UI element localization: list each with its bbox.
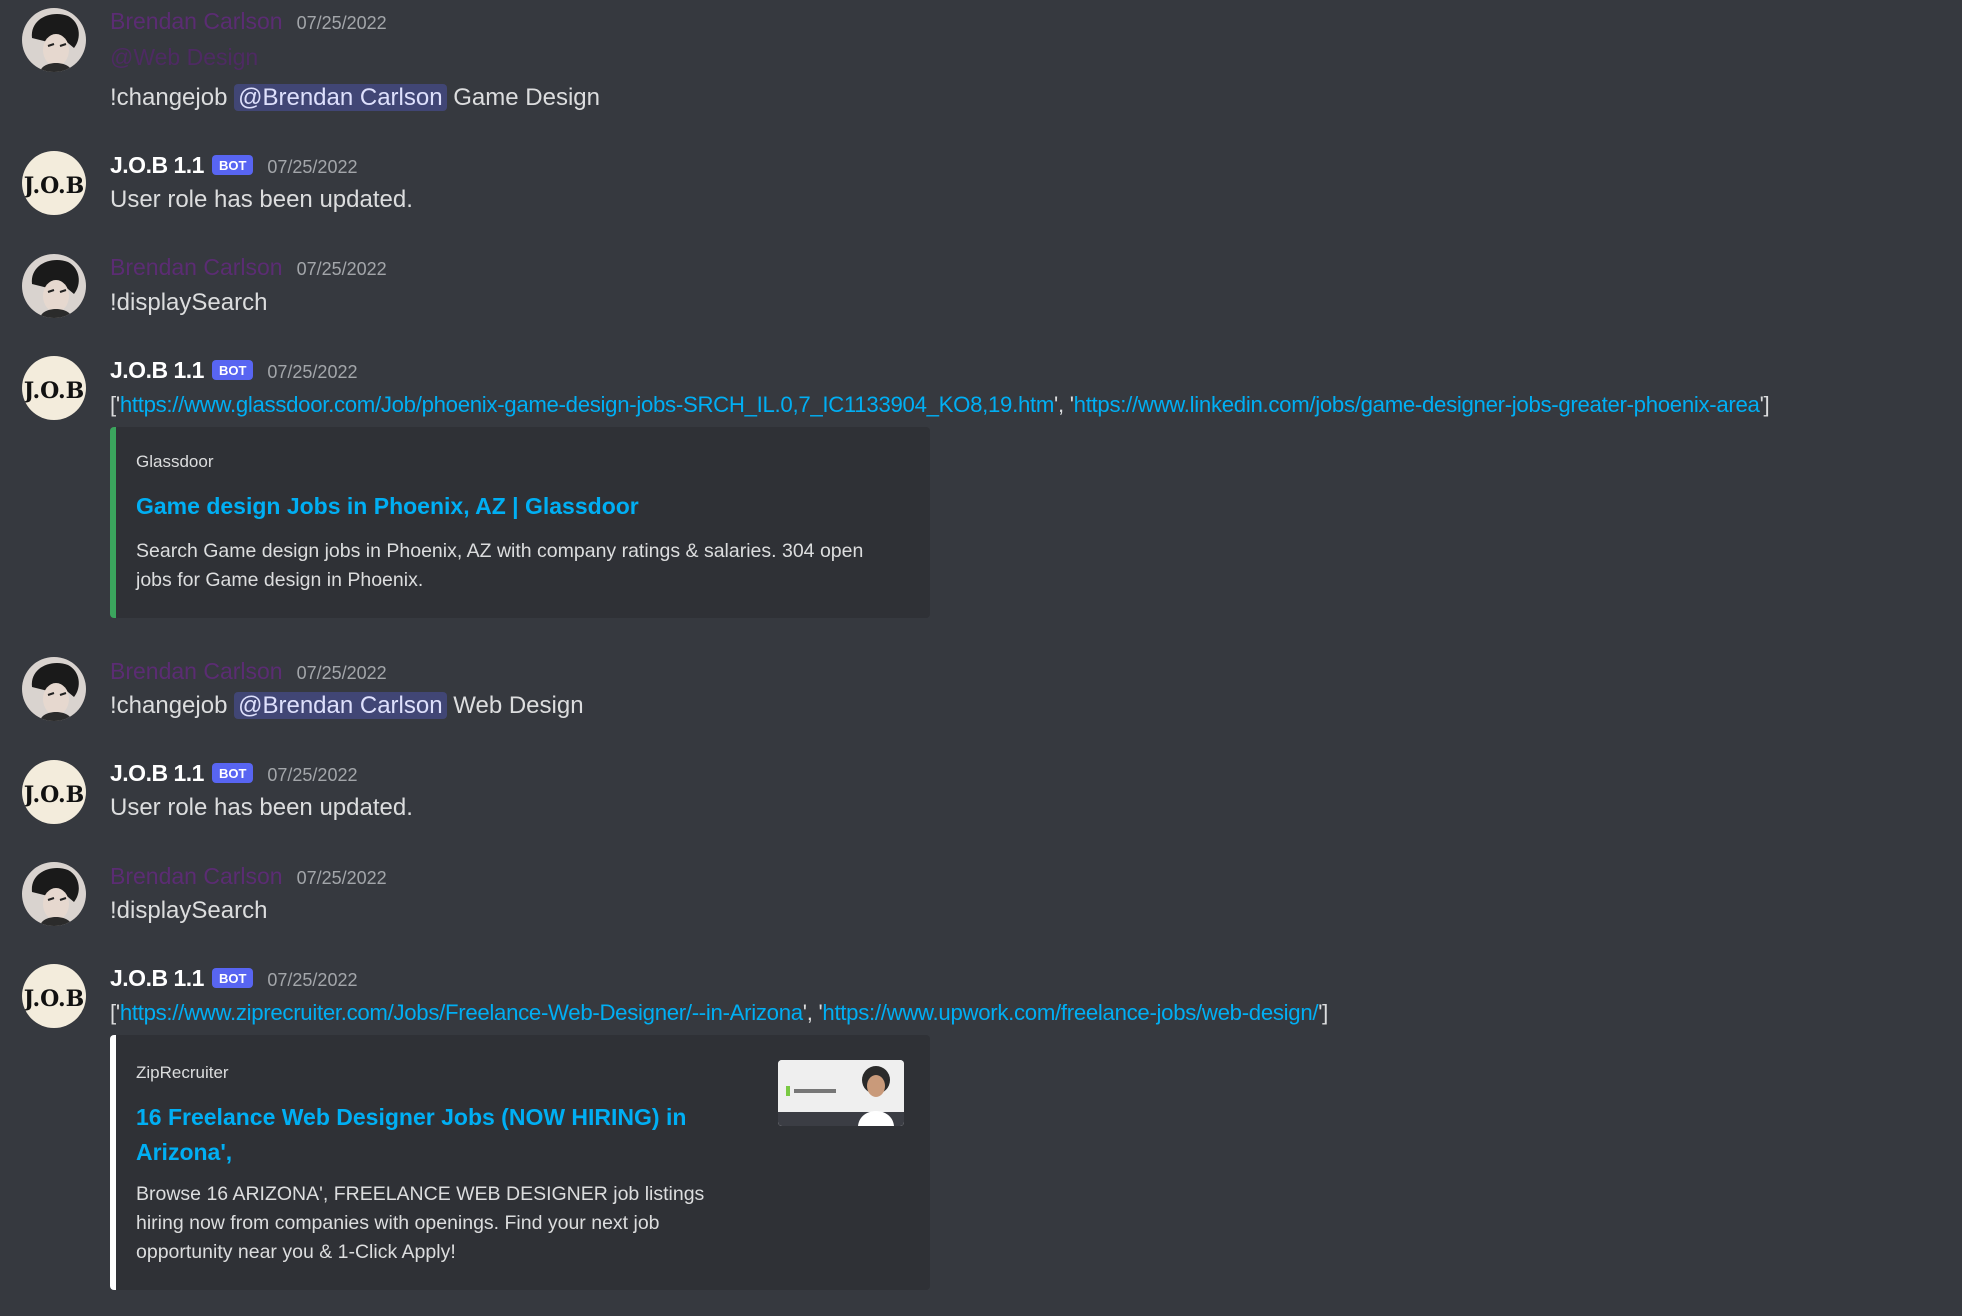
- message-content: !changejob @Brendan Carlson Game Design: [110, 84, 600, 112]
- user-avatar[interactable]: [22, 254, 86, 318]
- upwork-link[interactable]: https://www.upwork.com/freelance-jobs/we…: [822, 1000, 1318, 1025]
- svg-text:J.O.B: J.O.B: [22, 986, 84, 1012]
- embed-title[interactable]: 16 Freelance Web Designer Jobs (NOW HIRI…: [136, 1100, 686, 1170]
- timestamp: 07/25/2022: [267, 970, 358, 990]
- author-name[interactable]: Brendan Carlson: [110, 863, 283, 890]
- timestamp: 07/25/2022: [296, 259, 387, 279]
- link-embed-glassdoor: Glassdoor Game design Jobs in Phoenix, A…: [110, 427, 930, 618]
- ziprecruiter-link[interactable]: https://www.ziprecruiter.com/Jobs/Freela…: [120, 1000, 803, 1025]
- author-name[interactable]: J.O.B 1.1: [110, 965, 204, 992]
- bot-avatar[interactable]: J.O.B: [22, 964, 86, 1028]
- embed-provider[interactable]: Glassdoor: [136, 452, 213, 472]
- author-name[interactable]: Brendan Carlson: [110, 658, 283, 685]
- timestamp: 07/25/2022: [296, 663, 387, 683]
- ziprecruiter-thumbnail-icon[interactable]: [778, 1060, 904, 1126]
- author-name[interactable]: Brendan Carlson: [110, 8, 283, 35]
- author-name[interactable]: J.O.B 1.1: [110, 357, 204, 384]
- user-avatar[interactable]: [22, 862, 86, 926]
- command-text: !changejob: [110, 84, 235, 111]
- embed-provider[interactable]: ZipRecruiter: [136, 1063, 229, 1083]
- svg-text:J.O.B: J.O.B: [22, 782, 84, 808]
- user-mention[interactable]: @Brendan Carlson: [234, 84, 447, 111]
- glassdoor-link[interactable]: https://www.glassdoor.com/Job/phoenix-ga…: [120, 392, 1055, 417]
- message-content: User role has been updated.: [110, 794, 413, 821]
- timestamp: 07/25/2022: [296, 13, 387, 33]
- bot-badge: BOT: [211, 968, 254, 988]
- linkedin-link[interactable]: https://www.linkedin.com/jobs/game-desig…: [1074, 392, 1760, 417]
- link-embed-ziprecruiter: ZipRecruiter 16 Freelance Web Designer J…: [110, 1035, 930, 1290]
- author-name[interactable]: J.O.B 1.1: [110, 152, 204, 179]
- user-mention[interactable]: @Brendan Carlson: [234, 692, 447, 719]
- role-mention[interactable]: @Web Design: [110, 44, 258, 71]
- author-name[interactable]: Brendan Carlson: [110, 254, 283, 281]
- bot-badge: BOT: [211, 155, 254, 175]
- embed-description: Browse 16 ARIZONA', FREELANCE WEB DESIGN…: [136, 1183, 705, 1263]
- command-arg: Web Design: [446, 692, 584, 719]
- bot-avatar[interactable]: J.O.B: [22, 151, 86, 215]
- message-content: !displaySearch: [110, 289, 268, 316]
- bot-badge: BOT: [211, 360, 254, 380]
- user-avatar[interactable]: [22, 657, 86, 721]
- bot-badge: BOT: [211, 763, 254, 783]
- message-content: !displaySearch: [110, 897, 268, 924]
- message-content: ['https://www.glassdoor.com/Job/phoenix-…: [110, 392, 1770, 417]
- user-avatar[interactable]: [22, 8, 86, 72]
- message-content: ['https://www.ziprecruiter.com/Jobs/Free…: [110, 1000, 1329, 1025]
- svg-text:J.O.B: J.O.B: [22, 378, 84, 404]
- embed-title[interactable]: Game design Jobs in Phoenix, AZ | Glassd…: [136, 493, 639, 520]
- timestamp: 07/25/2022: [296, 868, 387, 888]
- bot-avatar[interactable]: J.O.B: [22, 760, 86, 824]
- timestamp: 07/25/2022: [267, 362, 358, 382]
- timestamp: 07/25/2022: [267, 157, 358, 177]
- command-text: !changejob: [110, 692, 235, 719]
- message-content: !changejob @Brendan Carlson Web Design: [110, 692, 584, 720]
- embed-description: Search Game design jobs in Phoenix, AZ w…: [136, 540, 864, 591]
- svg-text:J.O.B: J.O.B: [22, 173, 84, 199]
- bot-avatar[interactable]: J.O.B: [22, 356, 86, 420]
- command-arg: Game Design: [446, 84, 600, 111]
- message-content: User role has been updated.: [110, 186, 413, 213]
- timestamp: 07/25/2022: [267, 765, 358, 785]
- author-name[interactable]: J.O.B 1.1: [110, 760, 204, 787]
